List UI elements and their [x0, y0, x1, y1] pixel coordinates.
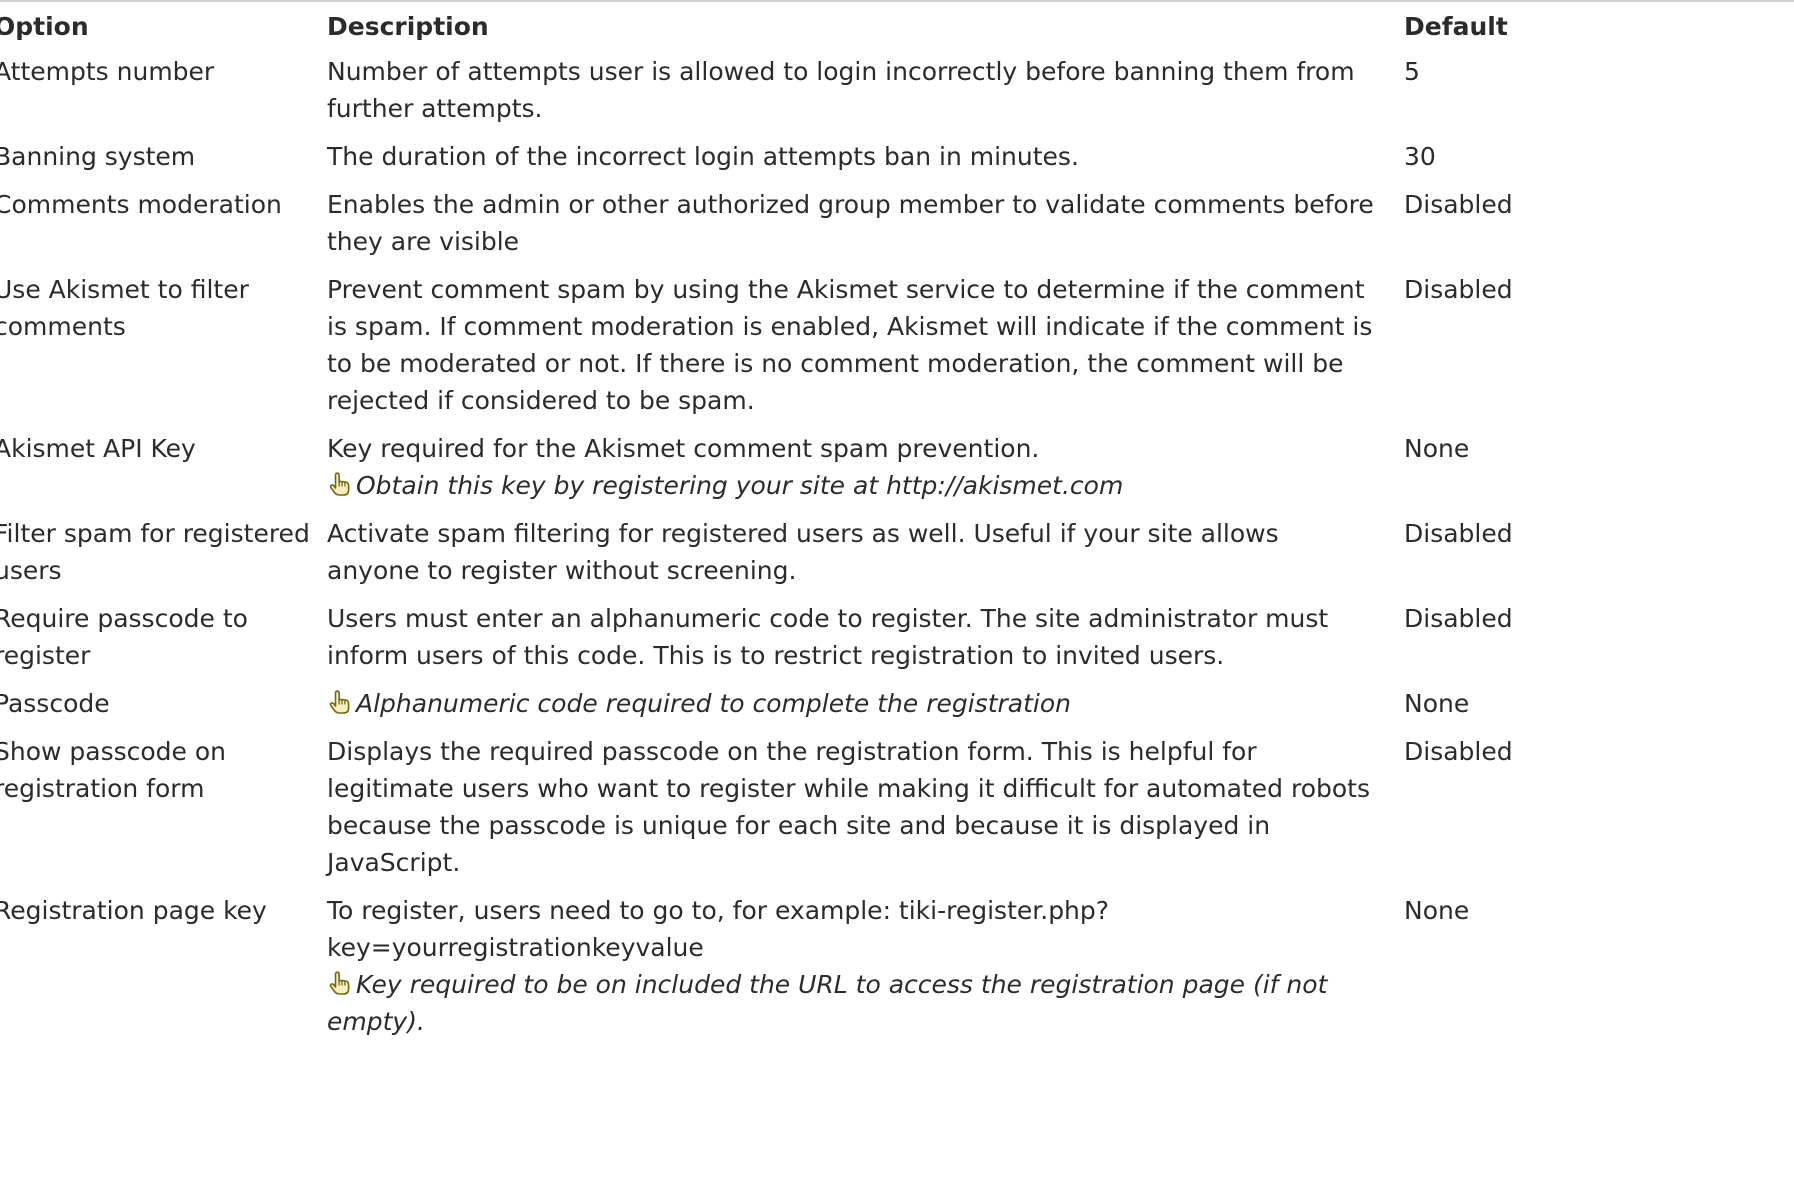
table-row: Registration page key To register, users… — [0, 888, 1794, 1047]
option-description: Number of attempts user is allowed to lo… — [327, 57, 1355, 123]
option-name: Passcode — [0, 689, 110, 718]
option-description: Key required for the Akismet comment spa… — [327, 434, 1040, 463]
option-description: Displays the required passcode on the re… — [327, 737, 1370, 877]
option-name: Akismet API Key — [0, 434, 196, 463]
option-description: Prevent comment spam by using the Akisme… — [327, 275, 1373, 415]
option-tip-text: Alphanumeric code required to complete t… — [356, 689, 1071, 718]
option-tip: Key required to be on included the URL t… — [327, 966, 1374, 1040]
option-description-cell: Key required for the Akismet comment spa… — [327, 426, 1404, 511]
option-description-cell: Activate spam filtering for registered u… — [327, 511, 1404, 596]
option-tip: Obtain this key by registering your site… — [327, 467, 1374, 504]
pointing-hand-icon — [329, 472, 350, 496]
option-default: 5 — [1404, 57, 1420, 86]
option-tip-text: Obtain this key by registering your site… — [356, 471, 1124, 500]
option-default: None — [1404, 689, 1470, 718]
option-default: Disabled — [1404, 275, 1513, 304]
option-tip: Alphanumeric code required to complete t… — [327, 685, 1374, 722]
option-default: 30 — [1404, 142, 1436, 171]
option-name: Filter spam for registered users — [0, 519, 310, 585]
table-row: Use Akismet to filter comments Prevent c… — [0, 267, 1794, 426]
option-description-cell: Alphanumeric code required to complete t… — [327, 681, 1404, 729]
table-row: Akismet API Key Key required for the Aki… — [0, 426, 1794, 511]
option-description-cell: Enables the admin or other authorized gr… — [327, 182, 1404, 267]
option-description: Activate spam filtering for registered u… — [327, 519, 1279, 585]
option-description-cell: Number of attempts user is allowed to lo… — [327, 49, 1404, 134]
option-name: Require passcode to register — [0, 604, 248, 670]
table-body: Attempts number Number of attempts user … — [0, 49, 1794, 1047]
pointing-hand-icon — [329, 690, 350, 714]
option-name: Registration page key — [0, 896, 267, 925]
table-row: Show passcode on registration form Displ… — [0, 729, 1794, 888]
top-border — [0, 0, 1794, 2]
default-header: Default — [1404, 12, 1508, 41]
preferences-table: Option Description Default Attempts numb… — [0, 6, 1794, 1047]
option-default: Disabled — [1404, 737, 1513, 766]
option-default: Disabled — [1404, 519, 1513, 548]
option-description-cell: To register, users need to go to, for ex… — [327, 888, 1404, 1047]
table-row: Filter spam for registered users Activat… — [0, 511, 1794, 596]
pointing-hand-icon — [329, 971, 350, 995]
option-description-cell: Prevent comment spam by using the Akisme… — [327, 267, 1404, 426]
table-row: Passcode Alphanumeric code required to c… — [0, 681, 1794, 729]
table-row: Comments moderation Enables the admin or… — [0, 182, 1794, 267]
option-default: None — [1404, 434, 1470, 463]
option-description: The duration of the incorrect login atte… — [327, 142, 1079, 171]
option-name: Attempts number — [0, 57, 215, 86]
option-default: None — [1404, 896, 1470, 925]
table-row: Attempts number Number of attempts user … — [0, 49, 1794, 134]
option-description: Enables the admin or other authorized gr… — [327, 190, 1374, 256]
option-name: Use Akismet to filter comments — [0, 275, 249, 341]
option-description-cell: Users must enter an alphanumeric code to… — [327, 596, 1404, 681]
header-row: Option Description Default — [0, 6, 1794, 49]
option-default: Disabled — [1404, 190, 1513, 219]
option-name: Show passcode on registration form — [0, 737, 227, 803]
option-description: To register, users need to go to, for ex… — [327, 896, 1110, 962]
option-header: Option — [0, 12, 89, 41]
option-description-cell: The duration of the incorrect login atte… — [327, 134, 1404, 182]
option-name: Banning system — [0, 142, 196, 171]
option-default: Disabled — [1404, 604, 1513, 633]
option-name: Comments moderation — [0, 190, 282, 219]
table-row: Banning system The duration of the incor… — [0, 134, 1794, 182]
option-description: Users must enter an alphanumeric code to… — [327, 604, 1329, 670]
table-row: Require passcode to register Users must … — [0, 596, 1794, 681]
option-tip-text: Key required to be on included the URL t… — [327, 970, 1328, 1036]
option-description-cell: Displays the required passcode on the re… — [327, 729, 1404, 888]
description-header: Description — [327, 12, 489, 41]
